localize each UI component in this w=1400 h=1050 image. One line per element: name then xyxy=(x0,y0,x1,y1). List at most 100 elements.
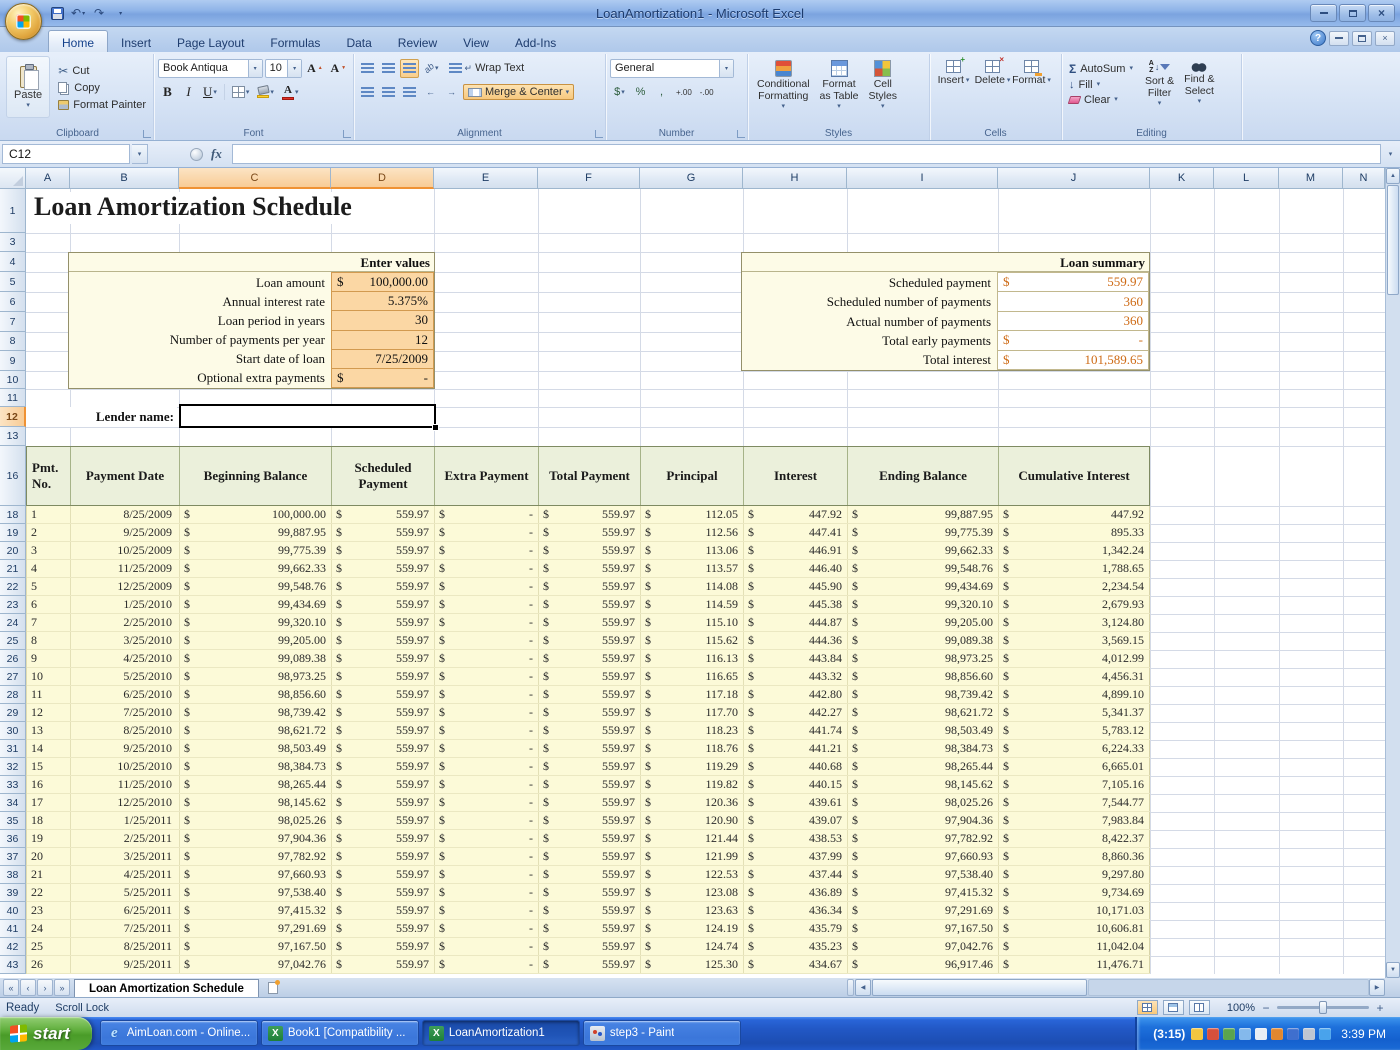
cell-interest[interactable]: $437.44 xyxy=(744,866,848,883)
cell-ending-balance[interactable]: $97,167.50 xyxy=(848,920,999,937)
cell-principal[interactable]: $118.23 xyxy=(641,722,744,739)
cell-interest[interactable]: $442.80 xyxy=(744,686,848,703)
vertical-scrollbar[interactable]: ▲ ▼ xyxy=(1385,168,1400,978)
row-header-5[interactable]: 5 xyxy=(0,272,26,292)
cell-interest[interactable]: $440.68 xyxy=(744,758,848,775)
cell-pmt-no[interactable]: 7 xyxy=(27,614,71,631)
cell-payment-date[interactable]: 8/25/2009 xyxy=(71,506,180,523)
row-header-25[interactable]: 25 xyxy=(0,632,26,650)
row-header-26[interactable]: 26 xyxy=(0,650,26,668)
row-header-29[interactable]: 29 xyxy=(0,704,26,722)
cell-payment-date[interactable]: 1/25/2010 xyxy=(71,596,180,613)
row-header-24[interactable]: 24 xyxy=(0,614,26,632)
row-header-34[interactable]: 34 xyxy=(0,794,26,812)
tray-icon-8[interactable] xyxy=(1303,1028,1315,1040)
row-header-33[interactable]: 33 xyxy=(0,776,26,794)
cell-cumulative-interest[interactable]: $4,899.10 xyxy=(999,686,1150,703)
cell-principal[interactable]: $116.65 xyxy=(641,668,744,685)
cell-interest[interactable]: $441.74 xyxy=(744,722,848,739)
close-button[interactable]: × xyxy=(1368,4,1395,22)
increase-indent-button[interactable]: → xyxy=(442,83,461,102)
cell-cumulative-interest[interactable]: $9,297.80 xyxy=(999,866,1150,883)
cell-beginning-balance[interactable]: $98,503.49 xyxy=(180,740,332,757)
cell-scheduled-payment[interactable]: $559.97 xyxy=(332,578,435,595)
cell-beginning-balance[interactable]: $97,291.69 xyxy=(180,920,332,937)
format-as-table-button[interactable]: Formatas Table ▾ xyxy=(815,56,864,114)
cell-pmt-no[interactable]: 10 xyxy=(27,668,71,685)
tray-icon-4[interactable] xyxy=(1239,1028,1251,1040)
cell-ending-balance[interactable]: $97,660.93 xyxy=(848,848,999,865)
ribbon-tab-insert[interactable]: Insert xyxy=(108,30,164,52)
cell-cumulative-interest[interactable]: $6,224.33 xyxy=(999,740,1150,757)
cell-total-payment[interactable]: $559.97 xyxy=(539,524,641,541)
row-header-4[interactable]: 4 xyxy=(0,252,26,272)
insert-cells-button[interactable]: + Insert▾ xyxy=(934,56,973,90)
tray-icon-1[interactable] xyxy=(1191,1028,1203,1040)
cell-total-payment[interactable]: $559.97 xyxy=(539,812,641,829)
cell-extra-payment[interactable]: $- xyxy=(435,506,539,523)
cell-ending-balance[interactable]: $97,415.32 xyxy=(848,884,999,901)
taskbar-button-excel[interactable]: XLoanAmortization1 xyxy=(422,1020,580,1046)
cell-ending-balance[interactable]: $98,856.60 xyxy=(848,668,999,685)
cell-payment-date[interactable]: 3/25/2010 xyxy=(71,632,180,649)
horizontal-scroll-thumb[interactable] xyxy=(872,979,1087,996)
office-button[interactable] xyxy=(5,3,42,40)
cell-principal[interactable]: $116.13 xyxy=(641,650,744,667)
cell-pmt-no[interactable]: 20 xyxy=(27,848,71,865)
cell-total-payment[interactable]: $559.97 xyxy=(539,506,641,523)
cell-ending-balance[interactable]: $98,973.25 xyxy=(848,650,999,667)
cell-total-payment[interactable]: $559.97 xyxy=(539,758,641,775)
cell-total-payment[interactable]: $559.97 xyxy=(539,596,641,613)
sheet-tab-loan-amortization-schedule[interactable]: Loan Amortization Schedule xyxy=(74,979,259,997)
underline-button[interactable]: U▾ xyxy=(200,83,220,102)
cell-principal[interactable]: $115.10 xyxy=(641,614,744,631)
cell-pmt-no[interactable]: 5 xyxy=(27,578,71,595)
cell-beginning-balance[interactable]: $99,320.10 xyxy=(180,614,332,631)
header-cell-ending-balance[interactable]: Ending Balance xyxy=(848,447,999,505)
row-header-23[interactable]: 23 xyxy=(0,596,26,614)
cell-cumulative-interest[interactable]: $5,783.12 xyxy=(999,722,1150,739)
cell-total-payment[interactable]: $559.97 xyxy=(539,848,641,865)
cell-interest[interactable]: $446.40 xyxy=(744,560,848,577)
cell-beginning-balance[interactable]: $99,775.39 xyxy=(180,542,332,559)
cell-ending-balance[interactable]: $98,621.72 xyxy=(848,704,999,721)
cell-extra-payment[interactable]: $- xyxy=(435,632,539,649)
cell-extra-payment[interactable]: $- xyxy=(435,650,539,667)
cell-total-payment[interactable]: $559.97 xyxy=(539,776,641,793)
cell-payment-date[interactable]: 11/25/2009 xyxy=(71,560,180,577)
cell-pmt-no[interactable]: 21 xyxy=(27,866,71,883)
ribbon-tab-home[interactable]: Home xyxy=(48,30,108,52)
cell-interest[interactable]: $434.67 xyxy=(744,956,848,973)
find-select-button[interactable]: Find &Select ▾ xyxy=(1179,58,1219,109)
cell-cumulative-interest[interactable]: $4,456.31 xyxy=(999,668,1150,685)
cell-payment-date[interactable]: 5/25/2010 xyxy=(71,668,180,685)
row-header-19[interactable]: 19 xyxy=(0,524,26,542)
row-header-28[interactable]: 28 xyxy=(0,686,26,704)
name-box-dropdown[interactable]: ▾ xyxy=(132,144,148,164)
cell-scheduled-payment[interactable]: $559.97 xyxy=(332,668,435,685)
input-value[interactable]: $101,589.65 xyxy=(997,350,1149,370)
cell-beginning-balance[interactable]: $98,973.25 xyxy=(180,668,332,685)
cell-interest[interactable]: $435.79 xyxy=(744,920,848,937)
cell-scheduled-payment[interactable]: $559.97 xyxy=(332,524,435,541)
cell-cumulative-interest[interactable]: $11,476.71 xyxy=(999,956,1150,973)
cell-interest[interactable]: $438.53 xyxy=(744,830,848,847)
cell-payment-date[interactable]: 9/25/2010 xyxy=(71,740,180,757)
last-sheet-button[interactable]: » xyxy=(54,979,70,996)
cell-ending-balance[interactable]: $97,782.92 xyxy=(848,830,999,847)
row-header-43[interactable]: 43 xyxy=(0,956,26,974)
tray-icon-3[interactable] xyxy=(1223,1028,1235,1040)
column-header-N[interactable]: N xyxy=(1343,168,1385,189)
row-header-3[interactable]: 3 xyxy=(0,233,26,252)
cell-scheduled-payment[interactable]: $559.97 xyxy=(332,596,435,613)
cell-extra-payment[interactable]: $- xyxy=(435,884,539,901)
cell-cumulative-interest[interactable]: $8,422.37 xyxy=(999,830,1150,847)
cell-scheduled-payment[interactable]: $559.97 xyxy=(332,884,435,901)
row-header-6[interactable]: 6 xyxy=(0,292,26,312)
cell-beginning-balance[interactable]: $99,887.95 xyxy=(180,524,332,541)
cell-extra-payment[interactable]: $- xyxy=(435,758,539,775)
grow-font-button[interactable]: A▲ xyxy=(304,59,325,78)
cell-payment-date[interactable]: 9/25/2011 xyxy=(71,956,180,973)
cell-ending-balance[interactable]: $98,384.73 xyxy=(848,740,999,757)
cell-pmt-no[interactable]: 8 xyxy=(27,632,71,649)
